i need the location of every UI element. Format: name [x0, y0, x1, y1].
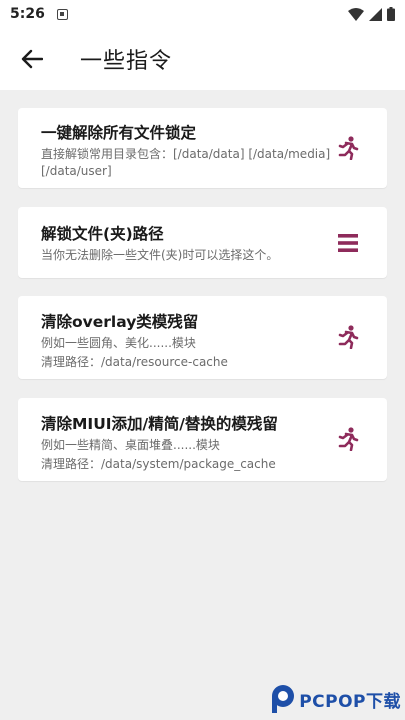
run-icon[interactable]	[335, 426, 361, 452]
command-card-clear-miui[interactable]: 清除MIUI添加/精简/替换的模残留 例如一些精简、桌面堆叠......模块 清…	[18, 398, 387, 481]
battery-icon	[387, 7, 395, 21]
command-card-clear-overlay[interactable]: 清除overlay类模残留 例如一些圆角、美化......模块 清理路径：/da…	[18, 296, 387, 379]
app-bar: 一些指令	[0, 28, 405, 90]
notification-a-icon	[56, 8, 68, 20]
status-bar: 5:26	[0, 0, 405, 28]
desc-line: 例如一些精简、桌面堆叠......模块	[41, 438, 220, 452]
back-button[interactable]	[4, 31, 60, 87]
command-card-title: 解锁文件(夹)路径	[41, 225, 164, 243]
desc-line: 直接解锁常用目录包含：[/data/data] [/data/media]	[41, 147, 331, 161]
command-card-desc: 例如一些精简、桌面堆叠......模块 清理路径：/data/system/pa…	[41, 436, 331, 474]
command-card-desc: 例如一些圆角、美化......模块 清理路径：/data/resource-ca…	[41, 334, 331, 372]
page-title: 一些指令	[80, 49, 173, 74]
run-icon[interactable]	[335, 135, 361, 161]
menu-icon[interactable]	[335, 230, 361, 256]
run-icon[interactable]	[335, 324, 361, 350]
desc-line: [/data/user]	[41, 164, 112, 178]
watermark-text: PCPOP下载	[299, 691, 401, 712]
command-card-unlock-all[interactable]: 一键解除所有文件锁定 直接解锁常用目录包含：[/data/data] [/dat…	[18, 108, 387, 188]
watermark: PCPOP下载	[269, 682, 401, 716]
desc-line: 当你无法删除一些文件(夹)时可以选择这个。	[41, 248, 279, 262]
command-card-desc: 当你无法删除一些文件(夹)时可以选择这个。	[41, 247, 331, 264]
status-time: 5:26	[10, 6, 45, 22]
pcpop-logo	[272, 685, 295, 713]
wifi-icon	[348, 7, 364, 21]
signal-icon	[369, 7, 382, 21]
command-card-unlock-path[interactable]: 解锁文件(夹)路径 当你无法删除一些文件(夹)时可以选择这个。	[18, 207, 387, 278]
command-card-title: 清除overlay类模残留	[41, 313, 199, 331]
command-card-desc: 直接解锁常用目录包含：[/data/data] [/data/media] [/…	[41, 146, 331, 180]
desc-line: 例如一些圆角、美化......模块	[41, 336, 196, 350]
status-icons	[348, 7, 395, 21]
desc-line: 清理路径：/data/system/package_cache	[41, 457, 276, 471]
command-card-title: 清除MIUI添加/精简/替换的模残留	[41, 415, 278, 433]
command-card-title: 一键解除所有文件锁定	[41, 124, 197, 142]
desc-line: 清理路径：/data/resource-cache	[41, 355, 228, 369]
arrow-back-icon	[21, 49, 43, 69]
